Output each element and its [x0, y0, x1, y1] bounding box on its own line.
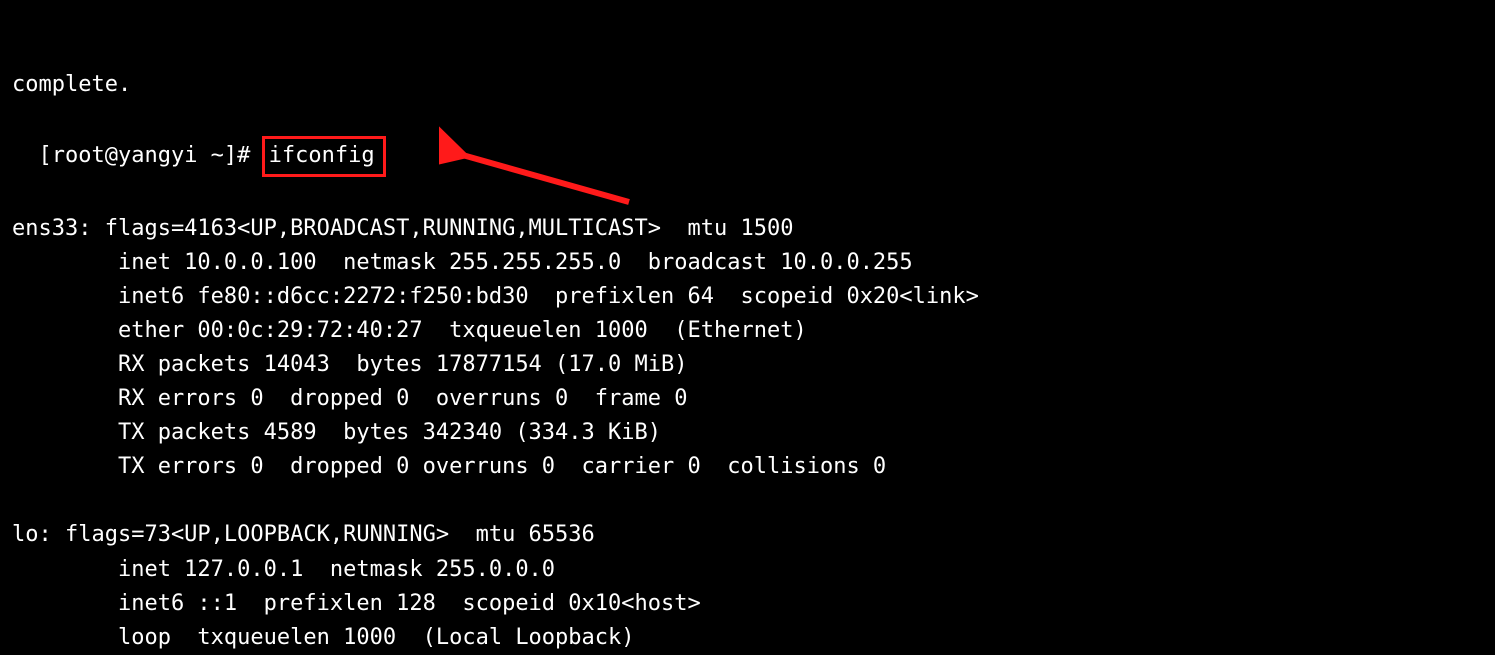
- output-line: ether 00:0c:29:72:40:27 txqueuelen 1000 …: [12, 314, 1483, 348]
- prompt-line: [root@yangyi ~]# ifconfig: [39, 136, 386, 177]
- output-line: [12, 484, 1483, 518]
- output-line: TX errors 0 dropped 0 overruns 0 carrier…: [12, 450, 1483, 484]
- output-line: ens33: flags=4163<UP,BROADCAST,RUNNING,M…: [12, 212, 1483, 246]
- output-line: RX errors 0 dropped 0 overruns 0 frame 0: [12, 382, 1483, 416]
- output-line: complete.: [12, 68, 1483, 102]
- output-line: inet6 fe80::d6cc:2272:f250:bd30 prefixle…: [12, 280, 1483, 314]
- output-line: loop txqueuelen 1000 (Local Loopback): [12, 621, 1483, 655]
- prompt-user-host: [root@yangyi ~]#: [39, 143, 264, 168]
- output-line: inet6 ::1 prefixlen 128 scopeid 0x10<hos…: [12, 587, 1483, 621]
- command-text: ifconfig: [269, 143, 375, 168]
- command-highlight-box: ifconfig: [262, 136, 386, 177]
- output-line: inet 10.0.0.100 netmask 255.255.255.0 br…: [12, 246, 1483, 280]
- annotation-arrow-icon: [439, 122, 639, 212]
- command-output: ens33: flags=4163<UP,BROADCAST,RUNNING,M…: [12, 212, 1483, 655]
- output-line: TX packets 4589 bytes 342340 (334.3 KiB): [12, 416, 1483, 450]
- output-line: inet 127.0.0.1 netmask 255.0.0.0: [12, 553, 1483, 587]
- output-line: lo: flags=73<UP,LOOPBACK,RUNNING> mtu 65…: [12, 518, 1483, 552]
- output-line: RX packets 14043 bytes 17877154 (17.0 Mi…: [12, 348, 1483, 382]
- terminal-window[interactable]: complete. [root@yangyi ~]# ifconfig ens3…: [0, 0, 1495, 655]
